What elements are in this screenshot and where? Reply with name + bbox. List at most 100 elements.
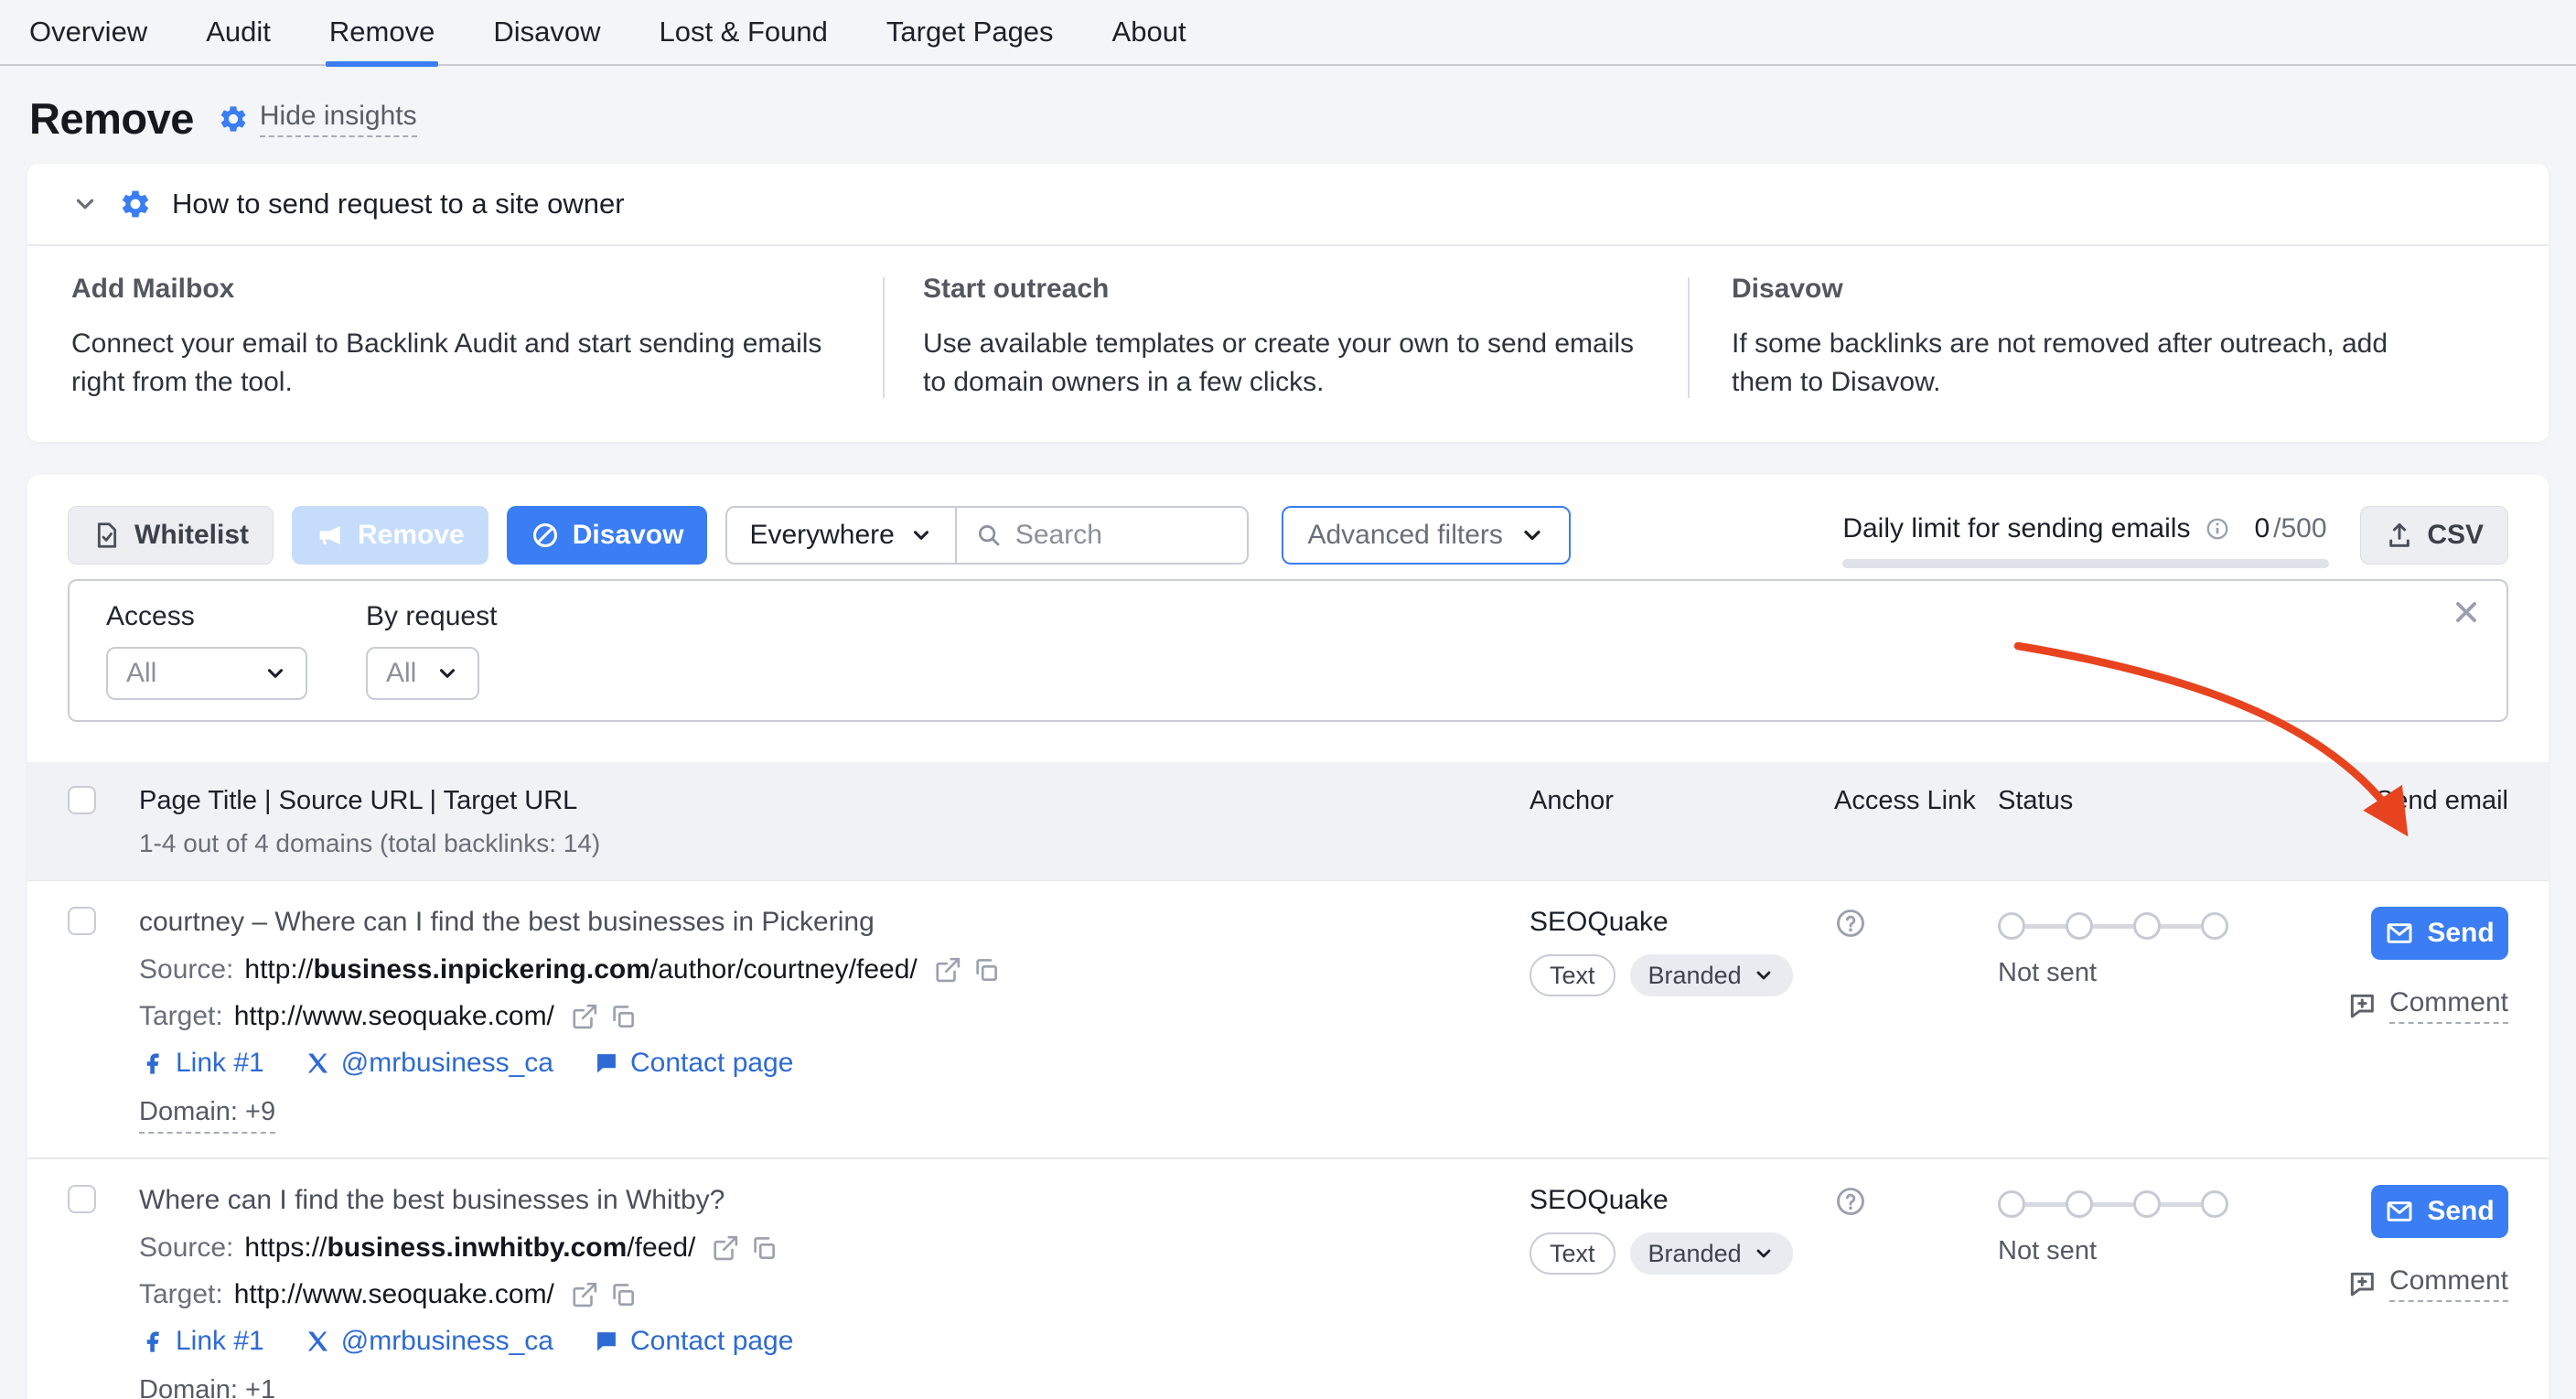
anchor-category-dropdown[interactable]: Branded: [1630, 954, 1793, 996]
envelope-icon: [2385, 919, 2414, 948]
column-anchor: Anchor: [1530, 786, 1834, 858]
advanced-filters-button[interactable]: Advanced filters: [1282, 506, 1570, 565]
status-text: Not sent: [1998, 958, 2342, 988]
status-text: Not sent: [1998, 1236, 2342, 1266]
row-checkbox[interactable]: [68, 907, 96, 935]
insight-disavow: Disavow If some backlinks are not remove…: [1690, 274, 2505, 402]
source-label: Source:: [139, 1232, 233, 1264]
insight-start-outreach: Start outreach Use available templates o…: [885, 274, 1688, 402]
x-twitter-icon: [305, 1329, 330, 1354]
domain-more-link[interactable]: Domain: +1: [139, 1375, 275, 1399]
copy-icon[interactable]: [972, 956, 1000, 984]
export-csv-button[interactable]: CSV: [2360, 506, 2508, 565]
search-icon: [975, 522, 1003, 549]
access-filter-value: All: [126, 658, 156, 689]
tab-audit[interactable]: Audit: [206, 0, 271, 65]
send-button[interactable]: Send: [2371, 907, 2508, 960]
status-steps: [1998, 912, 2342, 940]
csv-label: CSV: [2427, 520, 2484, 551]
search-box: [957, 520, 1248, 551]
status-steps: [1998, 1190, 2342, 1218]
daily-limit-progressbar: [1842, 559, 2329, 568]
twitter-x-link[interactable]: @mrbusiness_ca: [305, 1048, 553, 1079]
tab-target-pages[interactable]: Target Pages: [886, 0, 1054, 65]
gear-icon: [119, 188, 152, 221]
slash-circle-icon: [531, 521, 560, 550]
insight-body-text: Use available templates or create your o…: [923, 325, 1637, 402]
speech-bubble-icon: [594, 1329, 619, 1354]
daily-limit-label: Daily limit for sending emails: [1842, 513, 2190, 544]
backlink-page-title: courtney – Where can I find the best bus…: [139, 907, 1530, 938]
external-link-icon[interactable]: [934, 956, 961, 984]
copy-icon[interactable]: [609, 1281, 637, 1308]
question-icon[interactable]: [1834, 907, 1867, 940]
backlinks-table-card: Whitelist Remove Disavow Everywhere Adva…: [27, 475, 2549, 1399]
insights-header[interactable]: How to send request to a site owner: [27, 164, 2549, 244]
tab-disavow[interactable]: Disavow: [493, 0, 600, 65]
search-input[interactable]: [1015, 520, 1226, 551]
row-checkbox[interactable]: [68, 1185, 96, 1213]
contact-page-link[interactable]: Contact page: [594, 1048, 793, 1079]
by-request-filter-value: All: [386, 658, 416, 689]
by-request-filter-select[interactable]: All: [366, 647, 479, 700]
column-send-email: Send email: [2342, 786, 2508, 858]
x-twitter-icon: [305, 1050, 330, 1076]
advanced-filters-label: Advanced filters: [1307, 520, 1502, 551]
backlink-page-title: Where can I find the best businesses in …: [139, 1185, 1530, 1216]
tab-remove[interactable]: Remove: [329, 0, 435, 65]
daily-limit-max: /500: [2273, 513, 2326, 544]
whitelist-icon: [92, 521, 122, 550]
question-icon[interactable]: [1834, 1185, 1867, 1218]
hide-insights-link[interactable]: Hide insights: [218, 101, 417, 137]
page-header: Remove Hide insights: [0, 66, 2576, 144]
whitelist-button[interactable]: Whitelist: [68, 506, 274, 565]
select-all-checkbox[interactable]: [68, 786, 96, 814]
external-link-icon[interactable]: [571, 1281, 598, 1308]
target-url: http://www.seoquake.com/: [234, 1001, 554, 1032]
insight-heading: Disavow: [1732, 274, 2453, 305]
close-icon[interactable]: [2450, 596, 2483, 629]
disavow-label: Disavow: [573, 520, 684, 551]
send-button[interactable]: Send: [2371, 1185, 2508, 1238]
contact-page-link[interactable]: Contact page: [594, 1326, 793, 1357]
access-filter-label: Access: [106, 601, 307, 632]
copy-icon[interactable]: [609, 1003, 637, 1030]
anchor-category-dropdown[interactable]: Branded: [1630, 1232, 1793, 1275]
table-row: courtney – Where can I find the best bus…: [27, 881, 2549, 1157]
daily-limit-used: 0: [2254, 513, 2270, 544]
column-access-link: Access Link: [1834, 786, 1998, 858]
insights-body: Add Mailbox Connect your email to Backli…: [27, 246, 2549, 442]
whitelist-label: Whitelist: [134, 520, 249, 551]
tab-about[interactable]: About: [1112, 0, 1186, 65]
comment-button[interactable]: Comment: [2347, 987, 2508, 1024]
scope-dropdown[interactable]: Everywhere: [727, 520, 954, 551]
comment-button[interactable]: Comment: [2347, 1265, 2508, 1302]
tab-lost-found[interactable]: Lost & Found: [659, 0, 827, 65]
comment-plus-icon: [2347, 991, 2377, 1020]
remove-button[interactable]: Remove: [292, 506, 488, 565]
table-summary: 1-4 out of 4 domains (total backlinks: 1…: [139, 829, 1530, 858]
source-url: https://business.inwhitby.com/feed/: [244, 1232, 695, 1264]
access-filter: Access All: [106, 601, 307, 700]
access-filter-select[interactable]: All: [106, 647, 307, 700]
domain-more-link[interactable]: Domain: +9: [139, 1097, 275, 1134]
tab-overview[interactable]: Overview: [29, 0, 147, 65]
by-request-filter-label: By request: [366, 601, 497, 632]
insights-title: How to send request to a site owner: [172, 188, 625, 221]
copy-icon[interactable]: [750, 1234, 778, 1262]
chevron-down-icon: [1753, 964, 1775, 986]
external-link-icon[interactable]: [712, 1234, 739, 1262]
twitter-x-link[interactable]: @mrbusiness_ca: [305, 1326, 553, 1357]
insights-card: How to send request to a site owner Add …: [27, 164, 2549, 442]
page-title: Remove: [29, 93, 194, 144]
info-icon[interactable]: [2205, 516, 2230, 542]
column-page-title: Page Title | Source URL | Target URL: [139, 786, 1530, 816]
scope-value: Everywhere: [749, 520, 894, 551]
facebook-link[interactable]: Link #1: [139, 1326, 264, 1357]
insight-body-text: If some backlinks are not removed after …: [1732, 325, 2453, 402]
by-request-filter: By request All: [366, 601, 497, 700]
disavow-button[interactable]: Disavow: [507, 506, 708, 565]
external-link-icon[interactable]: [571, 1003, 598, 1030]
facebook-link[interactable]: Link #1: [139, 1048, 264, 1079]
envelope-icon: [2385, 1197, 2414, 1226]
